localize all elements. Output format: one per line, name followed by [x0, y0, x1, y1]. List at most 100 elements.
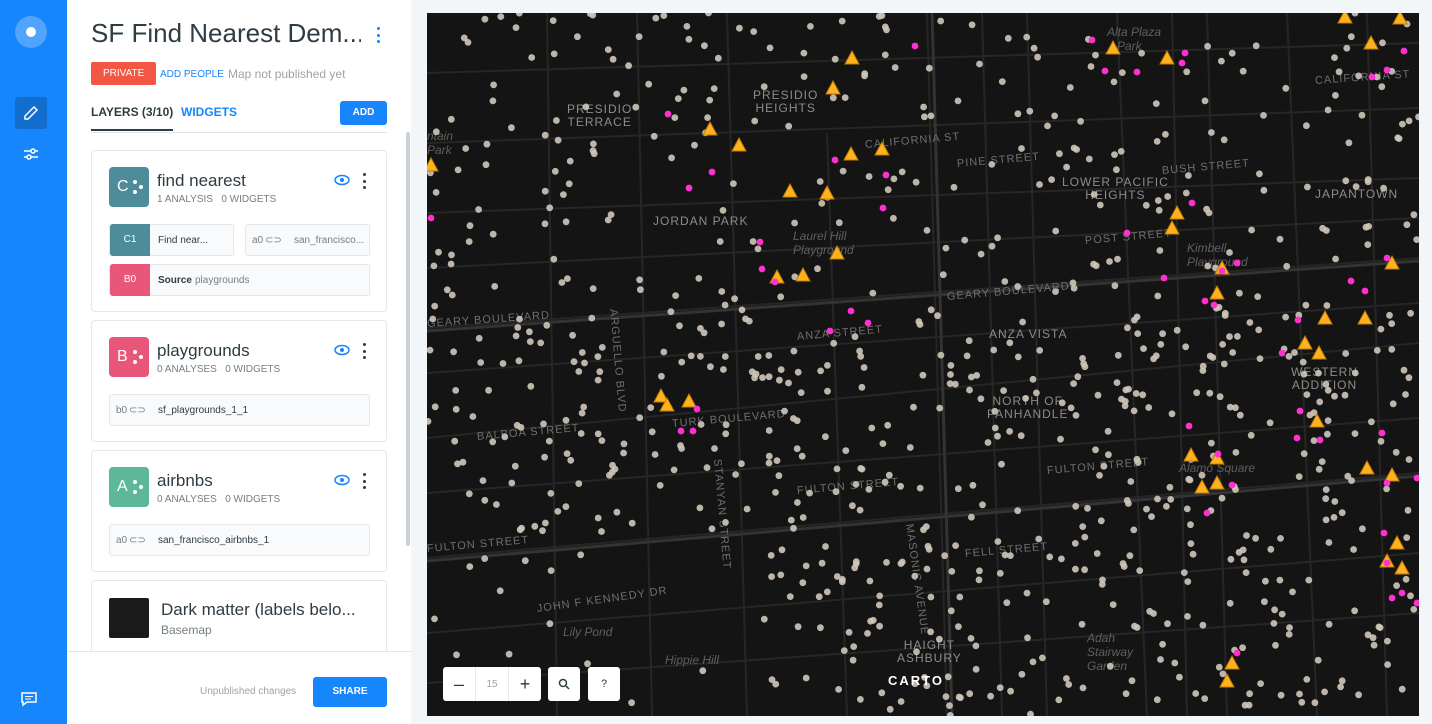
panel-scrollbar[interactable] — [406, 132, 410, 546]
visibility-eye-icon[interactable] — [334, 474, 350, 486]
airbnb-point — [668, 154, 675, 162]
airbnb-point — [765, 459, 773, 467]
analysis-node-c1[interactable]: C1 Find near... — [109, 224, 234, 256]
map-canvas[interactable]: PRESIDIO TERRACE PRESIDIO HEIGHTS Alta Pla… — [427, 13, 1419, 716]
airbnb-point — [1316, 398, 1324, 406]
edit-pencil-icon[interactable] — [15, 97, 47, 129]
zoom-out-button[interactable]: – — [443, 667, 475, 701]
airbnb-point — [1384, 661, 1391, 668]
airbnb-point — [1052, 288, 1059, 295]
airbnb-point — [1145, 404, 1153, 411]
add-people-link[interactable]: ADD PEOPLE — [160, 69, 224, 80]
layer-options-icon[interactable] — [362, 343, 366, 359]
airbnb-point — [1255, 326, 1263, 334]
airbnb-point — [1192, 690, 1200, 697]
airbnb-point — [1404, 506, 1412, 514]
airbnb-point — [858, 383, 866, 391]
airbnb-point — [799, 514, 807, 521]
airbnb-point — [1035, 535, 1043, 543]
airbnb-point — [923, 565, 931, 573]
carto-logo-icon[interactable] — [15, 16, 47, 48]
playground-icon — [1311, 344, 1327, 360]
airbnb-point — [1109, 601, 1117, 608]
airbnb-point — [736, 24, 743, 32]
basemap-card[interactable]: Dark matter (labels belo... Basemap — [91, 580, 387, 655]
layer-name[interactable]: find nearest — [157, 171, 246, 191]
airbnb-point — [1004, 34, 1012, 42]
nearest-result-point — [1278, 349, 1286, 357]
chat-icon[interactable] — [20, 690, 40, 710]
airbnb-point — [1383, 485, 1390, 493]
airbnb-point — [791, 219, 798, 227]
airbnb-point — [1017, 432, 1025, 440]
nearest-result-point — [1383, 479, 1391, 487]
source-node-a0[interactable]: a0 ⊂⊃ san_francisco_airbnbs_1 — [109, 524, 370, 556]
airbnb-point — [967, 635, 975, 642]
airbnb-point — [575, 480, 583, 487]
airbnb-point — [835, 219, 843, 227]
zoom-in-button[interactable]: + — [509, 667, 541, 701]
layer-card-find-nearest[interactable]: C find nearest 1 ANALYSIS 0 WIDGETS C1 F… — [91, 150, 387, 312]
airbnb-point — [574, 33, 581, 41]
airbnb-point — [720, 366, 727, 373]
analysis-node-b0[interactable]: B0 Source playgrounds — [109, 264, 370, 296]
share-button[interactable]: SHARE — [313, 677, 387, 707]
airbnb-point — [860, 364, 868, 371]
source-node-b0[interactable]: b0 ⊂⊃ sf_playgrounds_1_1 — [109, 394, 370, 426]
airbnb-point — [1111, 151, 1118, 159]
layer-options-icon[interactable] — [362, 473, 366, 489]
airbnb-point — [927, 112, 935, 120]
visibility-eye-icon[interactable] — [334, 344, 350, 356]
airbnb-point — [1261, 598, 1268, 606]
search-button[interactable] — [548, 667, 580, 701]
airbnb-point — [947, 607, 955, 615]
airbnb-point — [1079, 523, 1087, 530]
visibility-eye-icon[interactable] — [334, 174, 350, 186]
airbnb-point — [427, 346, 434, 354]
map-title[interactable]: SF Find Nearest Dem... — [91, 18, 361, 49]
airbnb-point — [1114, 255, 1121, 263]
airbnb-point — [840, 647, 848, 654]
airbnb-point — [1187, 521, 1194, 529]
airbnb-point — [1252, 42, 1260, 50]
settings-sliders-icon[interactable] — [15, 138, 47, 170]
layer-options-icon[interactable] — [362, 173, 366, 189]
airbnb-point — [1232, 449, 1240, 456]
airbnb-point — [651, 451, 659, 458]
analysis-node-a0[interactable]: a0 ⊂⊃ san_francisco... — [245, 224, 370, 256]
airbnb-point — [1282, 84, 1290, 92]
airbnb-point — [856, 506, 864, 514]
layer-name[interactable]: playgrounds — [157, 341, 250, 361]
airbnb-point — [1081, 533, 1089, 541]
airbnb-point — [1036, 347, 1044, 354]
layer-card-airbnbs[interactable]: A airbnbs 0 ANALYSES 0 WIDGETS a0 ⊂⊃ san… — [91, 450, 387, 572]
airbnb-point — [1362, 223, 1370, 231]
privacy-badge[interactable]: PRIVATE — [91, 62, 157, 85]
layers-panel: SF Find Nearest Dem... PRIVATE ADD PEOPL… — [67, 0, 411, 724]
airbnb-point — [790, 347, 798, 355]
layer-name[interactable]: airbnbs — [157, 471, 213, 491]
carto-attribution[interactable]: CARTO — [888, 673, 944, 688]
airbnb-point — [927, 306, 935, 314]
airbnb-point — [988, 242, 996, 250]
airbnb-point — [1299, 358, 1307, 366]
playground-icon — [843, 145, 859, 161]
help-button[interactable]: ? — [588, 667, 620, 701]
map-options-icon[interactable] — [376, 27, 380, 43]
airbnb-point — [697, 353, 704, 360]
airbnb-point — [1119, 560, 1127, 567]
add-layer-button[interactable]: ADD — [340, 101, 387, 125]
airbnb-point — [817, 624, 824, 632]
tab-widgets[interactable]: WIDGETS — [181, 105, 237, 119]
airbnb-point — [1007, 552, 1014, 559]
airbnb-point — [842, 447, 850, 454]
airbnb-point — [443, 286, 451, 294]
airbnb-point — [546, 620, 554, 628]
airbnb-point — [1114, 351, 1122, 359]
airbnb-point — [511, 462, 519, 470]
airbnb-point — [963, 352, 971, 360]
layer-card-playgrounds[interactable]: B playgrounds 0 ANALYSES 0 WIDGETS b0 ⊂⊃… — [91, 320, 387, 442]
layer-letter-badge: A — [109, 467, 149, 507]
tab-layers[interactable]: LAYERS (3/10) — [91, 105, 174, 131]
airbnb-point — [1164, 620, 1171, 628]
